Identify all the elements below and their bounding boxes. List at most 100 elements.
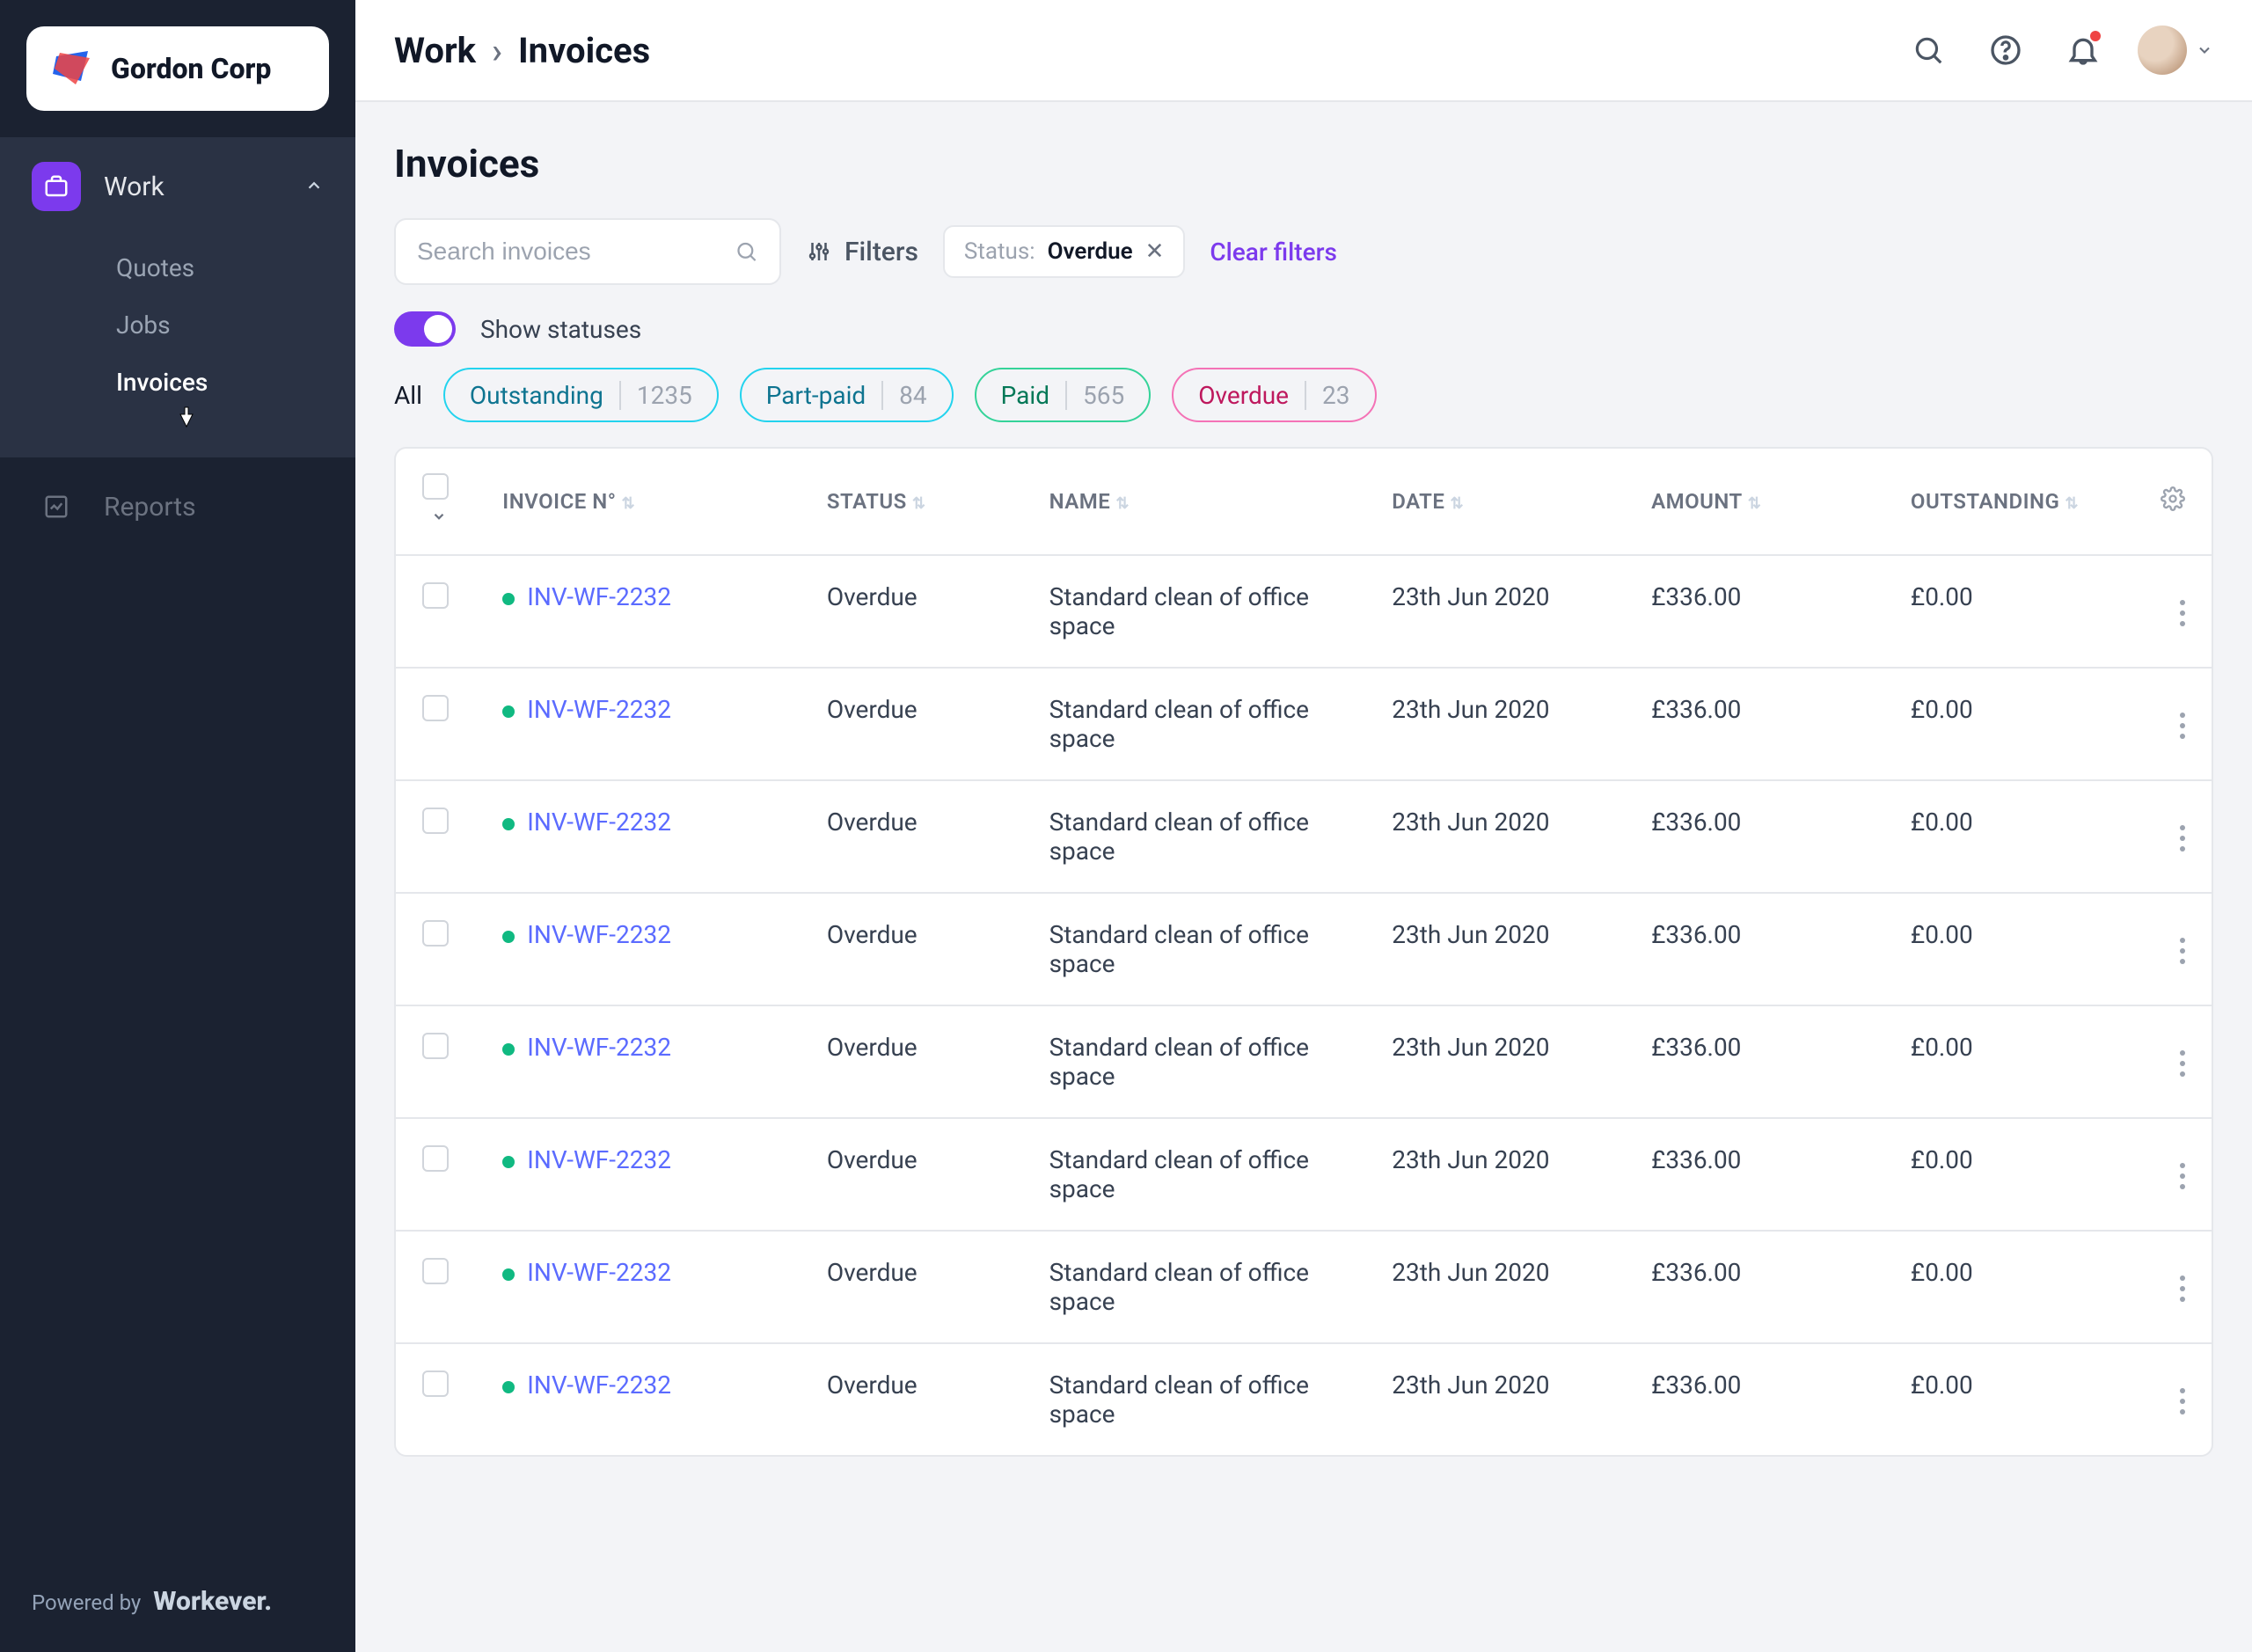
row-name: Standard clean of office space — [1035, 1231, 1378, 1343]
invoices-table: INVOICE N°⇅ STATUS⇅ NAME⇅ DATE⇅ AMOUNT⇅ … — [394, 447, 2213, 1457]
invoice-link[interactable]: INV-WF-2232 — [527, 1258, 671, 1287]
sliders-icon — [806, 238, 832, 265]
chevron-up-icon — [304, 172, 324, 202]
row-actions-icon[interactable] — [2180, 1050, 2185, 1077]
row-checkbox[interactable] — [422, 1258, 449, 1284]
breadcrumb-root[interactable]: Work — [394, 30, 476, 71]
sidebar-item-invoices[interactable]: Invoices — [0, 354, 355, 411]
invoice-link[interactable]: INV-WF-2232 — [527, 1033, 671, 1062]
status-dot — [502, 1156, 515, 1168]
pill-count: 565 — [1065, 381, 1124, 410]
pill-partpaid[interactable]: Part-paid 84 — [740, 368, 954, 422]
search-icon[interactable] — [1905, 27, 1951, 73]
row-amount: £336.00 — [1637, 555, 1897, 668]
show-statuses-toggle[interactable] — [394, 311, 456, 347]
user-menu[interactable] — [2138, 26, 2213, 75]
row-checkbox[interactable] — [422, 1371, 449, 1397]
table-row[interactable]: INV-WF-2232OverdueStandard clean of offi… — [396, 668, 2212, 780]
row-date: 23th Jun 2020 — [1378, 668, 1637, 780]
table-row[interactable]: INV-WF-2232OverdueStandard clean of offi… — [396, 893, 2212, 1005]
row-actions-icon[interactable] — [2180, 1163, 2185, 1189]
invoice-link[interactable]: INV-WF-2232 — [527, 1371, 671, 1400]
row-status: Overdue — [813, 893, 1035, 1005]
row-status: Overdue — [813, 1005, 1035, 1118]
row-outstanding: £0.00 — [1897, 555, 2138, 668]
brand[interactable]: Gordon Corp — [26, 26, 329, 111]
row-checkbox[interactable] — [422, 582, 449, 609]
status-dot — [502, 931, 515, 943]
status-toggle-row: Show statuses — [394, 311, 2213, 347]
row-outstanding: £0.00 — [1897, 893, 2138, 1005]
sidebar-item-quotes[interactable]: Quotes — [0, 239, 355, 296]
sort-icon: ⇅ — [2065, 494, 2079, 513]
table-row[interactable]: INV-WF-2232OverdueStandard clean of offi… — [396, 780, 2212, 893]
status-dot — [502, 1381, 515, 1393]
close-icon[interactable]: ✕ — [1145, 238, 1165, 265]
table-row[interactable]: INV-WF-2232OverdueStandard clean of offi… — [396, 1005, 2212, 1118]
pill-label: Paid — [1001, 381, 1049, 410]
search-icon — [735, 238, 758, 265]
gear-icon[interactable] — [2161, 492, 2185, 516]
row-outstanding: £0.00 — [1897, 780, 2138, 893]
table-row[interactable]: INV-WF-2232OverdueStandard clean of offi… — [396, 1343, 2212, 1455]
sidebar-item-work[interactable]: Work — [0, 137, 355, 236]
filters-button[interactable]: Filters — [806, 237, 918, 267]
invoice-link[interactable]: INV-WF-2232 — [527, 695, 671, 724]
select-all-checkbox[interactable] — [422, 473, 449, 500]
row-amount: £336.00 — [1637, 780, 1897, 893]
row-checkbox[interactable] — [422, 695, 449, 721]
pill-paid[interactable]: Paid 565 — [975, 368, 1152, 422]
row-checkbox[interactable] — [422, 808, 449, 834]
breadcrumb: Work › Invoices — [394, 30, 650, 71]
row-status: Overdue — [813, 1118, 1035, 1231]
pill-count: 23 — [1305, 381, 1349, 410]
status-tabs: All Outstanding 1235 Part-paid 84 Paid 5… — [394, 368, 2213, 422]
main: Work › Invoices Invoices — [355, 0, 2252, 1652]
sidebar-item-jobs[interactable]: Jobs — [0, 296, 355, 354]
col-invoice[interactable]: INVOICE N° — [502, 489, 616, 514]
clear-filters-link[interactable]: Clear filters — [1210, 238, 1337, 267]
sidebar-item-reports[interactable]: Reports — [0, 457, 355, 556]
invoice-link[interactable]: INV-WF-2232 — [527, 1145, 671, 1174]
help-icon[interactable] — [1983, 27, 2029, 73]
row-actions-icon[interactable] — [2180, 713, 2185, 739]
table-row[interactable]: INV-WF-2232OverdueStandard clean of offi… — [396, 555, 2212, 668]
row-status: Overdue — [813, 780, 1035, 893]
row-actions-icon[interactable] — [2180, 825, 2185, 852]
row-actions-icon[interactable] — [2180, 1388, 2185, 1414]
table-row[interactable]: INV-WF-2232 OverdueStandard clean of offi… — [396, 1118, 2212, 1231]
col-date[interactable]: DATE — [1392, 489, 1444, 514]
breadcrumb-sep: › — [492, 30, 502, 71]
filter-chip-value: Overdue — [1048, 238, 1133, 265]
row-amount: £336.00 — [1637, 1118, 1897, 1231]
row-checkbox[interactable] — [422, 1145, 449, 1172]
pill-overdue[interactable]: Overdue 23 — [1172, 368, 1376, 422]
invoice-link[interactable]: INV-WF-2232 — [527, 582, 671, 611]
filter-chip-status[interactable]: Status: Overdue ✕ — [943, 225, 1185, 278]
row-outstanding: £0.00 — [1897, 1231, 2138, 1343]
sidebar-item-label: Work — [104, 172, 165, 202]
col-outstanding[interactable]: OUTSTANDING — [1911, 489, 2059, 514]
invoice-link[interactable]: INV-WF-2232 — [527, 920, 671, 949]
row-actions-icon[interactable] — [2180, 600, 2185, 626]
search-input[interactable] — [417, 238, 735, 266]
col-name[interactable]: NAME — [1049, 489, 1111, 514]
table-row[interactable]: INV-WF-2232OverdueStandard clean of offi… — [396, 1231, 2212, 1343]
reports-icon — [32, 482, 81, 531]
col-amount[interactable]: AMOUNT — [1651, 489, 1743, 514]
row-checkbox[interactable] — [422, 920, 449, 947]
select-dropdown-icon[interactable] — [431, 505, 447, 530]
avatar — [2138, 26, 2187, 75]
row-actions-icon[interactable] — [2180, 1276, 2185, 1302]
col-status[interactable]: STATUS — [827, 489, 907, 514]
row-outstanding: £0.00 — [1897, 1118, 2138, 1231]
row-date: 23th Jun 2020 — [1378, 1343, 1637, 1455]
row-name: Standard clean of office space — [1035, 1118, 1378, 1231]
row-date: 23th Jun 2020 — [1378, 780, 1637, 893]
toolbar: Filters Status: Overdue ✕ Clear filters — [394, 218, 2213, 285]
invoice-link[interactable]: INV-WF-2232 — [527, 808, 671, 837]
row-actions-icon[interactable] — [2180, 938, 2185, 964]
notifications-icon[interactable] — [2060, 27, 2106, 73]
row-checkbox[interactable] — [422, 1033, 449, 1059]
status-dot — [502, 1268, 515, 1281]
